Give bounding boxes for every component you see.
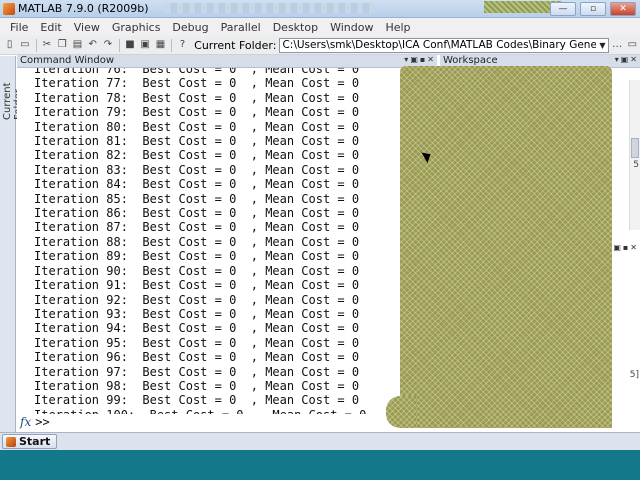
- command-output-line: Iteration 89: Best Cost = 0 , Mean Cost …: [34, 249, 360, 264]
- command-output-line: Iteration 80: Best Cost = 0 , Mean Cost …: [34, 119, 360, 134]
- menu-help[interactable]: Help: [379, 21, 416, 34]
- menu-edit[interactable]: Edit: [34, 21, 67, 34]
- command-output-line: Iteration 96: Best Cost = 0 , Mean Cost …: [34, 350, 360, 365]
- command-output-line: Iteration 83: Best Cost = 0 , Mean Cost …: [34, 162, 360, 177]
- workspace-scrollbar[interactable]: [629, 80, 640, 230]
- fx-icon[interactable]: fx: [20, 415, 31, 429]
- command-window-output[interactable]: Iteration 76: Best Cost = 0 , Mean Cost …: [17, 68, 437, 414]
- pane-menu-icon[interactable]: ▾: [615, 55, 619, 64]
- guide-icon[interactable]: ▣: [140, 38, 151, 52]
- command-window-header: Command Window ▾ ▣ ▪ ✕: [17, 55, 437, 68]
- command-prompt[interactable]: fx >>: [20, 414, 50, 430]
- command-output-line: Iteration 100: Best Cost = 0 , Mean Cost…: [34, 408, 366, 414]
- undo-icon[interactable]: ↶: [87, 38, 98, 52]
- menu-file[interactable]: File: [4, 21, 34, 34]
- scrollbar-thumb[interactable]: [631, 138, 639, 158]
- pane-undock-icon[interactable]: ▣: [613, 243, 621, 252]
- pane-close-icon[interactable]: ✕: [427, 55, 434, 64]
- current-folder-path[interactable]: C:\Users\smk\Desktop\ICA Conf\MATLAB Cod…: [280, 39, 596, 51]
- command-output-line: Iteration 94: Best Cost = 0 , Mean Cost …: [34, 321, 360, 336]
- command-output-line: Iteration 81: Best Cost = 0 , Mean Cost …: [34, 134, 360, 149]
- workspace-title: Workspace: [443, 55, 498, 66]
- command-output-line: Iteration 90: Best Cost = 0 , Mean Cost …: [34, 263, 360, 278]
- command-output-line: Iteration 98: Best Cost = 0 , Mean Cost …: [34, 378, 360, 393]
- matlab-start-bar: Start: [0, 432, 640, 450]
- command-output-line: Iteration 77: Best Cost = 0 , Mean Cost …: [34, 76, 360, 91]
- command-output-line: Iteration 84: Best Cost = 0 , Mean Cost …: [34, 177, 360, 192]
- paste-icon[interactable]: ▤: [72, 38, 83, 52]
- command-output-line: Iteration 82: Best Cost = 0 , Mean Cost …: [34, 148, 360, 163]
- current-folder-tab[interactable]: Current Folder: [0, 56, 24, 432]
- menu-graphics[interactable]: Graphics: [106, 21, 167, 34]
- toolbar-separator: [35, 38, 37, 52]
- current-folder-field[interactable]: C:\Users\smk\Desktop\ICA Conf\MATLAB Cod…: [279, 37, 610, 53]
- chevron-down-icon[interactable]: ▼: [596, 39, 608, 52]
- command-output-line: Iteration 85: Best Cost = 0 , Mean Cost …: [34, 191, 360, 206]
- maximize-button[interactable]: ▫: [580, 2, 606, 16]
- command-window-title: Command Window: [20, 55, 115, 66]
- command-output-line: Iteration 78: Best Cost = 0 , Mean Cost …: [34, 90, 360, 105]
- pane-maximize-icon[interactable]: ▪: [420, 55, 425, 64]
- copy-icon[interactable]: ❐: [57, 38, 68, 52]
- menu-view[interactable]: View: [68, 21, 106, 34]
- matlab-logo-icon: [6, 437, 16, 447]
- command-output-line: Iteration 93: Best Cost = 0 , Mean Cost …: [34, 306, 360, 321]
- toolbar-separator: [171, 38, 172, 52]
- pane-close-icon[interactable]: ✕: [630, 55, 637, 64]
- command-output-line: Iteration 86: Best Cost = 0 , Mean Cost …: [34, 206, 360, 221]
- toolbar-separator: [118, 38, 120, 52]
- minimize-button[interactable]: —: [550, 2, 576, 16]
- menu-debug[interactable]: Debug: [166, 21, 214, 34]
- help-icon[interactable]: ?: [177, 38, 188, 52]
- pane-maximize-icon[interactable]: ▪: [623, 243, 628, 252]
- simulink-icon[interactable]: ■: [124, 38, 135, 52]
- window-title: MATLAB 7.9.0 (R2009b): [18, 2, 149, 15]
- start-button-label: Start: [19, 435, 51, 448]
- command-output-line: Iteration 91: Best Cost = 0 , Mean Cost …: [34, 278, 360, 293]
- redaction-overlay: [400, 66, 612, 428]
- cut-icon[interactable]: ✂: [41, 38, 52, 52]
- title-bar: MATLAB 7.9.0 (R2009b) — ▫ ✕: [0, 0, 640, 18]
- open-folder-icon[interactable]: ▭: [627, 38, 638, 52]
- menu-bar: File Edit View Graphics Debug Parallel D…: [0, 18, 640, 36]
- pane-undock-icon[interactable]: ▣: [410, 55, 418, 64]
- command-output-line: Iteration 97: Best Cost = 0 , Mean Cost …: [34, 364, 360, 379]
- menu-window[interactable]: Window: [324, 21, 379, 34]
- history-partial-text: 5]: [629, 370, 639, 380]
- menu-parallel[interactable]: Parallel: [215, 21, 267, 34]
- blurred-title-text: [165, 3, 375, 13]
- browse-folder-icon[interactable]: …: [611, 38, 622, 52]
- redaction-overlay-tail: [386, 396, 416, 428]
- pane-menu-icon[interactable]: ▾: [404, 55, 408, 64]
- command-output-line: Iteration 95: Best Cost = 0 , Mean Cost …: [34, 335, 360, 350]
- current-folder-label: Current Folder:: [194, 38, 277, 52]
- command-output-line: Iteration 99: Best Cost = 0 , Mean Cost …: [34, 393, 360, 408]
- menu-desktop[interactable]: Desktop: [267, 21, 324, 34]
- open-file-icon[interactable]: ▭: [19, 38, 30, 52]
- command-output-line: Iteration 87: Best Cost = 0 , Mean Cost …: [34, 220, 360, 235]
- close-button[interactable]: ✕: [610, 2, 636, 16]
- command-output-lines: Iteration 76: Best Cost = 0 , Mean Cost …: [34, 68, 366, 414]
- redo-icon[interactable]: ↷: [102, 38, 113, 52]
- profiler-icon[interactable]: ▦: [155, 38, 166, 52]
- pane-undock-icon[interactable]: ▣: [621, 55, 629, 64]
- command-output-line: Iteration 79: Best Cost = 0 , Mean Cost …: [34, 105, 360, 120]
- matlab-logo-icon: [3, 3, 15, 15]
- new-file-icon[interactable]: ▯: [4, 38, 15, 52]
- command-output-line: Iteration 88: Best Cost = 0 , Mean Cost …: [34, 234, 360, 249]
- toolbar: ▯ ▭ ✂ ❐ ▤ ↶ ↷ ■ ▣ ▦ ? Current Folder: C:…: [0, 36, 640, 55]
- pane-close-icon[interactable]: ✕: [630, 243, 637, 252]
- command-output-line: Iteration 76: Best Cost = 0 , Mean Cost …: [34, 68, 360, 76]
- start-button[interactable]: Start: [2, 434, 58, 449]
- workspace-partial-text: 5: [633, 160, 639, 170]
- command-output-line: Iteration 92: Best Cost = 0 , Mean Cost …: [34, 292, 360, 307]
- os-taskbar: [0, 450, 640, 480]
- prompt-symbol: >>: [35, 415, 50, 429]
